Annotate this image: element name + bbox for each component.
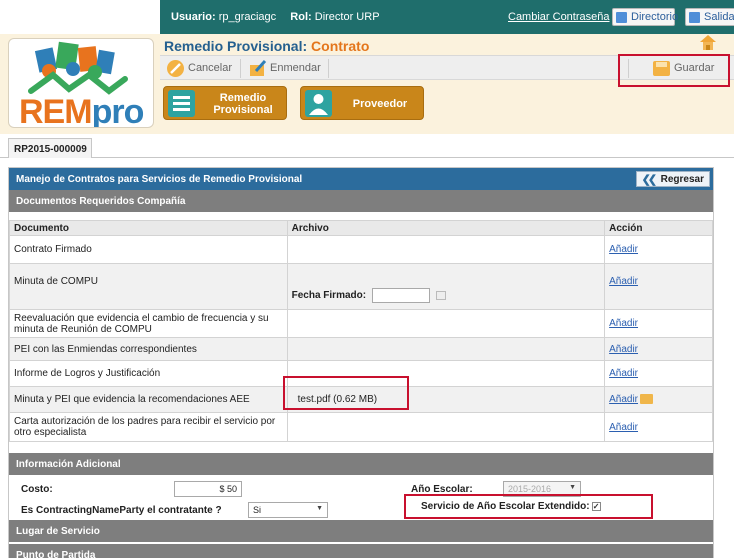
- user-label: Usuario:: [171, 11, 216, 23]
- tab-case[interactable]: RP2015-000009: [8, 138, 92, 158]
- amend-button[interactable]: Enmendar: [246, 59, 321, 78]
- nav-tile-label: Remedio Provisional: [213, 92, 273, 116]
- service-place-section-header: Lugar de Servicio: [9, 520, 713, 542]
- toolbar-separator: [240, 59, 241, 78]
- table-row: Contrato Firmado Añadir: [9, 235, 713, 264]
- tab-strip: RP2015-000009: [0, 136, 734, 158]
- amend-label: Enmendar: [270, 62, 321, 74]
- role-value: Director URP: [314, 11, 380, 23]
- add-link[interactable]: Añadir: [609, 276, 638, 287]
- table-header-row: Documento Archivo Acción: [9, 220, 713, 236]
- document-name: PEI con las Enmiendas correspondientes: [9, 337, 288, 361]
- back-button-label: Regresar: [660, 174, 704, 185]
- document-name: Contrato Firmado: [9, 235, 288, 264]
- date-signed-label: Fecha Firmado:: [291, 290, 367, 302]
- directory-button[interactable]: Directorio: [612, 8, 679, 26]
- add-link[interactable]: Añadir: [609, 318, 638, 329]
- double-chevron-left-icon: ❮❮: [641, 174, 658, 186]
- add-link[interactable]: Añadir: [609, 344, 638, 355]
- table-row: PEI con las Enmiendas correspondientes A…: [9, 337, 713, 361]
- column-header: Documento: [9, 220, 288, 236]
- back-button[interactable]: ❮❮ Regresar: [635, 171, 710, 187]
- document-name: Minuta y PEI que evidencia la recomendac…: [9, 386, 288, 413]
- folder-icon[interactable]: [640, 394, 654, 405]
- table-row: Carta autorización de los padres para re…: [9, 412, 713, 442]
- add-link[interactable]: Añadir: [609, 394, 638, 405]
- table-row: Minuta de COMPU Fecha Firmado: Añadir: [9, 263, 713, 310]
- column-header: Acción: [604, 220, 713, 236]
- exit-button-label: Salida: [704, 11, 734, 23]
- cost-label: Costo:: [21, 484, 53, 495]
- cancel-icon: [167, 60, 184, 77]
- change-password-link[interactable]: Cambiar Contraseña: [508, 11, 610, 23]
- nav-tile-remedio-provisional[interactable]: Remedio Provisional: [163, 86, 287, 120]
- top-bar: Usuario: rp_graciagc Rol: Director URP C…: [0, 0, 734, 34]
- calendar-icon[interactable]: [435, 291, 446, 300]
- page-title: Remedio Provisional: Contrato: [164, 38, 370, 54]
- role-label: Rol:: [290, 11, 312, 23]
- list-icon: [168, 90, 195, 117]
- annotation-box-extended: [404, 494, 653, 519]
- provider-icon: [305, 90, 332, 117]
- directory-icon: [616, 12, 627, 23]
- annotation-box-save: [618, 54, 730, 87]
- add-link[interactable]: Añadir: [609, 368, 638, 379]
- user-info: Usuario: rp_graciagc Rol: Director URP: [171, 11, 380, 23]
- file-cell: [286, 337, 606, 361]
- cancel-button[interactable]: Cancelar: [164, 59, 232, 78]
- document-name: Minuta de COMPU: [9, 263, 288, 310]
- chevron-down-icon: ▼: [569, 484, 576, 491]
- exit-icon: [689, 12, 700, 23]
- add-link[interactable]: Añadir: [609, 422, 638, 433]
- nav-tile-proveedor[interactable]: Proveedor: [300, 86, 424, 120]
- top-bar-left-blank: [0, 0, 160, 34]
- directory-button-label: Directorio: [631, 11, 679, 23]
- cancel-label: Cancelar: [188, 62, 233, 74]
- logo-text: REMpro: [19, 93, 144, 128]
- logo-figures-icon: [28, 41, 128, 95]
- documents-section-header: Documentos Requeridos Compañía: [9, 190, 713, 212]
- document-name: Informe de Logros y Justificación: [9, 360, 288, 387]
- nav-tile-label: Proveedor: [352, 98, 408, 110]
- file-cell: [286, 235, 606, 264]
- document-name: Reevaluación que evidencia el cambio de …: [9, 309, 288, 338]
- file-cell: [286, 309, 606, 338]
- date-signed-input[interactable]: [371, 288, 430, 303]
- toolbar-separator: [328, 59, 329, 78]
- starting-point-section-header: Punto de Partida: [9, 544, 713, 558]
- chevron-down-icon: ▼: [316, 505, 323, 512]
- column-header: Archivo: [286, 220, 606, 236]
- exit-button[interactable]: Salida: [685, 8, 734, 26]
- table-row: Reevaluación que evidencia el cambio de …: [9, 309, 713, 338]
- file-cell: [286, 412, 606, 442]
- add-link[interactable]: Añadir: [609, 244, 638, 255]
- rempro-logo: REMpro: [8, 38, 154, 128]
- home-icon[interactable]: [699, 34, 717, 50]
- panel-title: Manejo de Contratos para Servicios de Re…: [9, 168, 713, 190]
- cost-input[interactable]: $ 50: [174, 481, 242, 497]
- user-value: rp_graciagc: [218, 11, 277, 23]
- annotation-box-file: [283, 376, 409, 410]
- document-name: Carta autorización de los padres para re…: [9, 412, 288, 442]
- amend-icon: [250, 59, 267, 76]
- file-cell: Fecha Firmado:: [286, 263, 606, 310]
- contracting-select[interactable]: Si ▼: [248, 502, 328, 518]
- contracting-label: Es ContractingNameParty el contratante ?: [21, 505, 222, 516]
- additional-info-section-header: Información Adicional: [9, 453, 713, 475]
